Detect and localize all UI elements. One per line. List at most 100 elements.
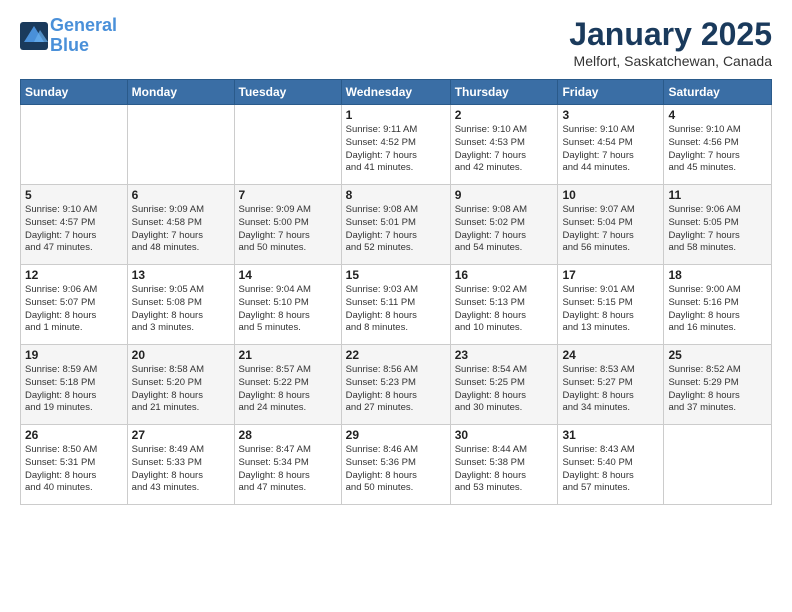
day-info: Sunrise: 8:52 AM Sunset: 5:29 PM Dayligh… bbox=[668, 364, 767, 415]
logo-icon bbox=[20, 22, 48, 50]
calendar-table: SundayMondayTuesdayWednesdayThursdayFrid… bbox=[20, 79, 772, 505]
calendar-cell: 29 Sunrise: 8:46 AM Sunset: 5:36 PM Dayli… bbox=[341, 425, 450, 505]
calendar-cell: 19 Sunrise: 8:59 AM Sunset: 5:18 PM Dayli… bbox=[21, 345, 128, 425]
calendar-cell: 21 Sunrise: 8:57 AM Sunset: 5:22 PM Dayli… bbox=[234, 345, 341, 425]
day-info: Sunrise: 8:47 AM Sunset: 5:34 PM Dayligh… bbox=[239, 444, 337, 495]
day-number: 2 bbox=[455, 108, 554, 122]
weekday-header-saturday: Saturday bbox=[664, 80, 772, 105]
week-row-5: 26 Sunrise: 8:50 AM Sunset: 5:31 PM Dayli… bbox=[21, 425, 772, 505]
calendar-cell: 7Sunrise: 9:09 AM Sunset: 5:00 PM Daylig… bbox=[234, 185, 341, 265]
calendar-cell: 13 Sunrise: 9:05 AM Sunset: 5:08 PM Dayli… bbox=[127, 265, 234, 345]
day-number: 12 bbox=[25, 268, 123, 282]
day-number: 9 bbox=[455, 188, 554, 202]
calendar-cell: 20 Sunrise: 8:58 AM Sunset: 5:20 PM Dayli… bbox=[127, 345, 234, 425]
day-info: Sunrise: 8:59 AM Sunset: 5:18 PM Dayligh… bbox=[25, 364, 123, 415]
calendar-cell: 2 Sunrise: 9:10 AM Sunset: 4:53 PM Daylig… bbox=[450, 105, 558, 185]
day-info: Sunrise: 9:08 AM Sunset: 5:01 PM Dayligh… bbox=[346, 204, 446, 255]
week-row-2: 5Sunrise: 9:10 AM Sunset: 4:57 PM Daylig… bbox=[21, 185, 772, 265]
calendar-cell: 28 Sunrise: 8:47 AM Sunset: 5:34 PM Dayli… bbox=[234, 425, 341, 505]
day-number: 13 bbox=[132, 268, 230, 282]
day-number: 17 bbox=[562, 268, 659, 282]
day-info: Sunrise: 8:57 AM Sunset: 5:22 PM Dayligh… bbox=[239, 364, 337, 415]
day-number: 24 bbox=[562, 348, 659, 362]
day-info: Sunrise: 9:06 AM Sunset: 5:05 PM Dayligh… bbox=[668, 204, 767, 255]
calendar-cell: 17 Sunrise: 9:01 AM Sunset: 5:15 PM Dayli… bbox=[558, 265, 664, 345]
day-number: 15 bbox=[346, 268, 446, 282]
day-number: 19 bbox=[25, 348, 123, 362]
calendar-cell: 22 Sunrise: 8:56 AM Sunset: 5:23 PM Dayli… bbox=[341, 345, 450, 425]
calendar-cell bbox=[127, 105, 234, 185]
day-info: Sunrise: 8:56 AM Sunset: 5:23 PM Dayligh… bbox=[346, 364, 446, 415]
calendar-cell: 4 Sunrise: 9:10 AM Sunset: 4:56 PM Daylig… bbox=[664, 105, 772, 185]
day-number: 5 bbox=[25, 188, 123, 202]
day-info: Sunrise: 9:10 AM Sunset: 4:56 PM Dayligh… bbox=[668, 124, 767, 175]
day-number: 26 bbox=[25, 428, 123, 442]
calendar-cell: 30 Sunrise: 8:44 AM Sunset: 5:38 PM Dayli… bbox=[450, 425, 558, 505]
day-info: Sunrise: 9:05 AM Sunset: 5:08 PM Dayligh… bbox=[132, 284, 230, 335]
calendar-cell: 23Sunrise: 8:54 AM Sunset: 5:25 PM Dayli… bbox=[450, 345, 558, 425]
day-number: 11 bbox=[668, 188, 767, 202]
day-info: Sunrise: 9:07 AM Sunset: 5:04 PM Dayligh… bbox=[562, 204, 659, 255]
day-number: 22 bbox=[346, 348, 446, 362]
calendar-cell: 3 Sunrise: 9:10 AM Sunset: 4:54 PM Daylig… bbox=[558, 105, 664, 185]
calendar-cell: 14Sunrise: 9:04 AM Sunset: 5:10 PM Dayli… bbox=[234, 265, 341, 345]
header: General Blue January 2025 Melfort, Saska… bbox=[20, 16, 772, 69]
weekday-header-thursday: Thursday bbox=[450, 80, 558, 105]
day-number: 8 bbox=[346, 188, 446, 202]
day-number: 30 bbox=[455, 428, 554, 442]
calendar-cell bbox=[234, 105, 341, 185]
day-number: 6 bbox=[132, 188, 230, 202]
day-number: 29 bbox=[346, 428, 446, 442]
week-row-1: 1 Sunrise: 9:11 AM Sunset: 4:52 PM Daylig… bbox=[21, 105, 772, 185]
day-info: Sunrise: 9:11 AM Sunset: 4:52 PM Dayligh… bbox=[346, 124, 446, 175]
day-info: Sunrise: 8:43 AM Sunset: 5:40 PM Dayligh… bbox=[562, 444, 659, 495]
day-number: 3 bbox=[562, 108, 659, 122]
day-number: 21 bbox=[239, 348, 337, 362]
calendar-cell: 9Sunrise: 9:08 AM Sunset: 5:02 PM Daylig… bbox=[450, 185, 558, 265]
day-info: Sunrise: 8:49 AM Sunset: 5:33 PM Dayligh… bbox=[132, 444, 230, 495]
weekday-header-wednesday: Wednesday bbox=[341, 80, 450, 105]
day-info: Sunrise: 9:00 AM Sunset: 5:16 PM Dayligh… bbox=[668, 284, 767, 335]
weekday-header-row: SundayMondayTuesdayWednesdayThursdayFrid… bbox=[21, 80, 772, 105]
day-info: Sunrise: 9:10 AM Sunset: 4:53 PM Dayligh… bbox=[455, 124, 554, 175]
weekday-header-sunday: Sunday bbox=[21, 80, 128, 105]
month-title: January 2025 bbox=[569, 16, 772, 53]
week-row-4: 19 Sunrise: 8:59 AM Sunset: 5:18 PM Dayli… bbox=[21, 345, 772, 425]
calendar-cell: 24 Sunrise: 8:53 AM Sunset: 5:27 PM Dayli… bbox=[558, 345, 664, 425]
day-number: 20 bbox=[132, 348, 230, 362]
day-info: Sunrise: 8:46 AM Sunset: 5:36 PM Dayligh… bbox=[346, 444, 446, 495]
day-info: Sunrise: 8:53 AM Sunset: 5:27 PM Dayligh… bbox=[562, 364, 659, 415]
calendar-cell: 11 Sunrise: 9:06 AM Sunset: 5:05 PM Dayli… bbox=[664, 185, 772, 265]
day-number: 1 bbox=[346, 108, 446, 122]
weekday-header-monday: Monday bbox=[127, 80, 234, 105]
day-number: 25 bbox=[668, 348, 767, 362]
day-info: Sunrise: 8:44 AM Sunset: 5:38 PM Dayligh… bbox=[455, 444, 554, 495]
calendar-cell bbox=[664, 425, 772, 505]
day-number: 28 bbox=[239, 428, 337, 442]
calendar-cell: 10 Sunrise: 9:07 AM Sunset: 5:04 PM Dayli… bbox=[558, 185, 664, 265]
title-area: January 2025 Melfort, Saskatchewan, Cana… bbox=[569, 16, 772, 69]
weekday-header-tuesday: Tuesday bbox=[234, 80, 341, 105]
day-info: Sunrise: 8:54 AM Sunset: 5:25 PM Dayligh… bbox=[455, 364, 554, 415]
day-number: 7 bbox=[239, 188, 337, 202]
weekday-header-friday: Friday bbox=[558, 80, 664, 105]
calendar-cell: 8 Sunrise: 9:08 AM Sunset: 5:01 PM Daylig… bbox=[341, 185, 450, 265]
logo-text: General Blue bbox=[50, 16, 117, 56]
calendar-cell: 26 Sunrise: 8:50 AM Sunset: 5:31 PM Dayli… bbox=[21, 425, 128, 505]
day-number: 27 bbox=[132, 428, 230, 442]
day-info: Sunrise: 9:01 AM Sunset: 5:15 PM Dayligh… bbox=[562, 284, 659, 335]
day-info: Sunrise: 9:09 AM Sunset: 4:58 PM Dayligh… bbox=[132, 204, 230, 255]
day-number: 10 bbox=[562, 188, 659, 202]
day-info: Sunrise: 8:50 AM Sunset: 5:31 PM Dayligh… bbox=[25, 444, 123, 495]
day-number: 4 bbox=[668, 108, 767, 122]
day-info: Sunrise: 9:10 AM Sunset: 4:54 PM Dayligh… bbox=[562, 124, 659, 175]
calendar-cell: 18Sunrise: 9:00 AM Sunset: 5:16 PM Dayli… bbox=[664, 265, 772, 345]
calendar-cell: 12Sunrise: 9:06 AM Sunset: 5:07 PM Dayli… bbox=[21, 265, 128, 345]
calendar-cell: 6 Sunrise: 9:09 AM Sunset: 4:58 PM Daylig… bbox=[127, 185, 234, 265]
day-info: Sunrise: 9:02 AM Sunset: 5:13 PM Dayligh… bbox=[455, 284, 554, 335]
day-info: Sunrise: 8:58 AM Sunset: 5:20 PM Dayligh… bbox=[132, 364, 230, 415]
calendar-cell: 16Sunrise: 9:02 AM Sunset: 5:13 PM Dayli… bbox=[450, 265, 558, 345]
calendar-cell: 25 Sunrise: 8:52 AM Sunset: 5:29 PM Dayli… bbox=[664, 345, 772, 425]
day-number: 14 bbox=[239, 268, 337, 282]
page: General Blue January 2025 Melfort, Saska… bbox=[0, 0, 792, 612]
